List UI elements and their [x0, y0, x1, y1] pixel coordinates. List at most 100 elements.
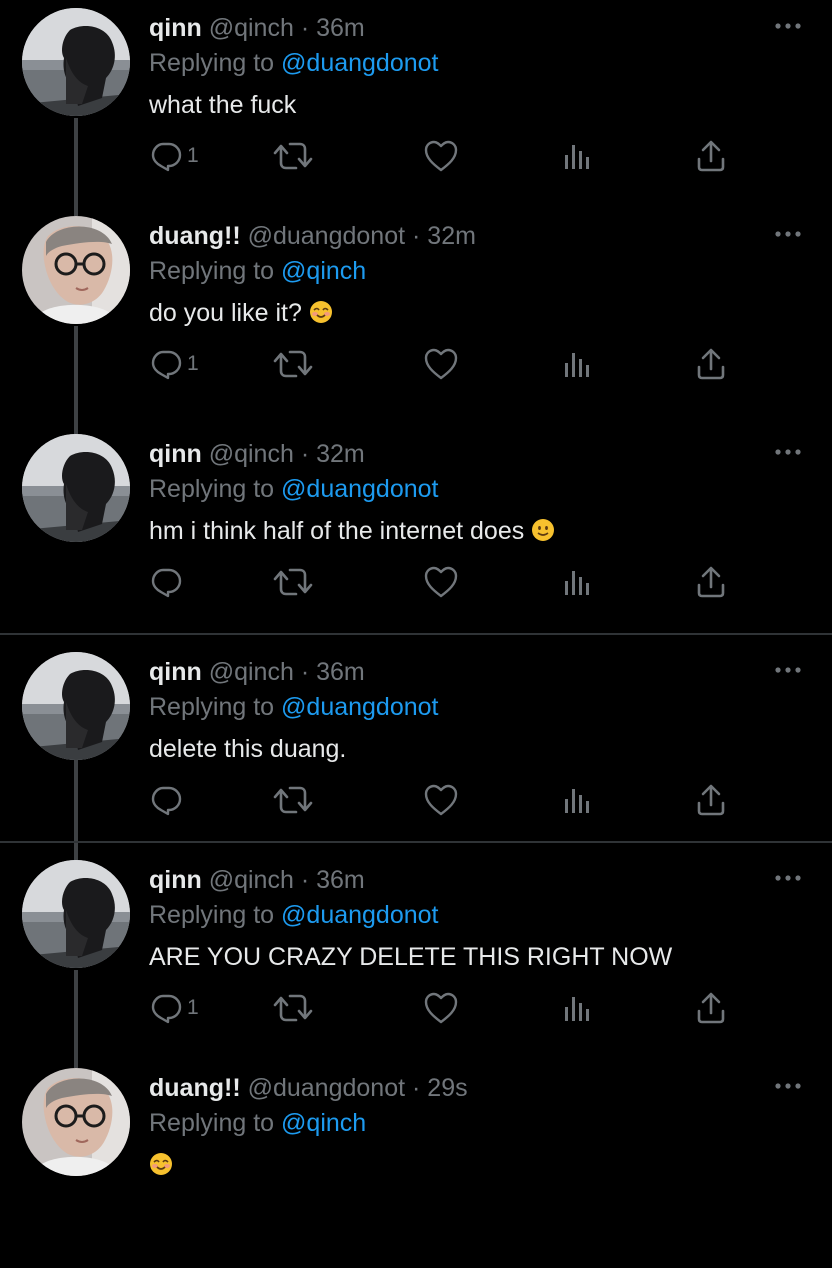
analytics-button[interactable] — [563, 780, 593, 820]
share-button[interactable] — [695, 988, 727, 1028]
tweet-header: qinn @qinch · 36m — [149, 866, 365, 895]
display-name[interactable]: qinn — [149, 14, 202, 42]
mention-link[interactable]: @duangdonot — [281, 475, 438, 503]
user-handle[interactable]: @duangdonot — [248, 1074, 405, 1102]
tweet-text-content: delete this duang. — [149, 735, 347, 763]
more-icon[interactable] — [772, 444, 804, 460]
display-name[interactable]: qinn — [149, 440, 202, 468]
timestamp[interactable]: 32m — [316, 440, 365, 468]
replying-to: Replying to @duangdonot — [149, 901, 439, 930]
like-icon — [423, 783, 459, 817]
user-handle[interactable]: @qinch — [209, 14, 294, 42]
reply-button[interactable]: 1 — [149, 136, 199, 176]
mention-link[interactable]: @qinch — [281, 257, 366, 285]
timestamp[interactable]: 36m — [316, 14, 365, 42]
avatar[interactable] — [22, 1068, 130, 1176]
tweet-text: what the fuck — [149, 91, 296, 120]
user-handle[interactable]: @qinch — [209, 866, 294, 894]
tweet[interactable]: duang!! @duangdonot · 32m Replying to @q… — [0, 216, 832, 416]
mention-link[interactable]: @duangdonot — [281, 49, 438, 77]
separator-dot: · — [300, 440, 310, 468]
avatar[interactable] — [22, 652, 130, 760]
retweet-icon — [273, 991, 313, 1025]
share-button[interactable] — [695, 562, 727, 602]
user-handle[interactable]: @qinch — [209, 658, 294, 686]
display-name[interactable]: qinn — [149, 866, 202, 894]
retweet-button[interactable] — [273, 136, 313, 176]
retweet-button[interactable] — [273, 780, 313, 820]
like-button[interactable] — [423, 780, 459, 820]
tweet-header: qinn @qinch · 32m — [149, 440, 365, 469]
avatar[interactable] — [22, 8, 130, 116]
share-icon — [695, 991, 727, 1025]
like-icon — [423, 139, 459, 173]
share-button[interactable] — [695, 344, 727, 384]
like-button[interactable] — [423, 136, 459, 176]
reply-button[interactable]: 1 — [149, 988, 199, 1028]
avatar[interactable] — [22, 434, 130, 542]
share-icon — [695, 139, 727, 173]
reply-button[interactable]: 1 — [149, 344, 199, 384]
retweet-button[interactable] — [273, 562, 313, 602]
tweet-text: ARE YOU CRAZY DELETE THIS RIGHT NOW — [149, 943, 672, 972]
mention-link[interactable]: @duangdonot — [281, 693, 438, 721]
separator-dot: · — [412, 222, 421, 250]
user-handle[interactable]: @qinch — [209, 440, 294, 468]
timestamp[interactable]: 32m — [427, 222, 476, 250]
separator-dot: · — [300, 14, 310, 42]
tweet[interactable]: qinn @qinch · 32m Replying to @duangdono… — [0, 434, 832, 634]
share-icon — [695, 783, 727, 817]
timestamp[interactable]: 36m — [316, 866, 365, 894]
user-handle[interactable]: @duangdonot — [248, 222, 405, 250]
like-button[interactable] — [423, 344, 459, 384]
slightly-smiling-face-emoji — [532, 519, 555, 541]
more-icon[interactable] — [772, 870, 804, 886]
avatar[interactable] — [22, 216, 130, 324]
analytics-button[interactable] — [563, 344, 593, 384]
tweet[interactable]: duang!! @duangdonot · 29s Replying to @q… — [0, 1068, 832, 1268]
like-button[interactable] — [423, 562, 459, 602]
tweet-header: duang!! @duangdonot · 32m — [149, 222, 476, 251]
analytics-button[interactable] — [563, 988, 593, 1028]
replying-to-label: Replying to — [149, 693, 275, 721]
tweet-text — [149, 1151, 173, 1180]
display-name[interactable]: duang!! — [149, 222, 241, 250]
tweet-actions — [149, 780, 749, 820]
retweet-button[interactable] — [273, 344, 313, 384]
display-name[interactable]: duang!! — [149, 1074, 241, 1102]
share-icon — [695, 565, 727, 599]
reply-button[interactable] — [149, 780, 187, 820]
like-button[interactable] — [423, 988, 459, 1028]
tweet-text: do you like it? — [149, 299, 333, 328]
tweet[interactable]: qinn @qinch · 36m Replying to @duangdono… — [0, 652, 832, 852]
analytics-button[interactable] — [563, 136, 593, 176]
more-icon[interactable] — [772, 662, 804, 678]
reply-icon — [149, 991, 183, 1025]
analytics-button[interactable] — [563, 562, 593, 602]
retweet-button[interactable] — [273, 988, 313, 1028]
replying-to-label: Replying to — [149, 475, 275, 503]
tweet-header: qinn @qinch · 36m — [149, 658, 365, 687]
mention-link[interactable]: @qinch — [281, 1109, 366, 1137]
separator-dot: · — [300, 866, 310, 894]
like-icon — [423, 565, 459, 599]
timestamp[interactable]: 29s — [427, 1074, 467, 1102]
timestamp[interactable]: 36m — [316, 658, 365, 686]
more-icon[interactable] — [772, 18, 804, 34]
tweet[interactable]: qinn @qinch · 36m Replying to @duangdono… — [0, 8, 832, 208]
tweet-actions: 1 — [149, 344, 749, 384]
display-name[interactable]: qinn — [149, 658, 202, 686]
avatar[interactable] — [22, 860, 130, 968]
tweet[interactable]: qinn @qinch · 36m Replying to @duangdono… — [0, 860, 832, 1060]
reply-icon — [149, 783, 183, 817]
like-icon — [423, 991, 459, 1025]
more-icon[interactable] — [772, 1078, 804, 1094]
share-button[interactable] — [695, 136, 727, 176]
analytics-icon — [563, 565, 593, 599]
reply-icon — [149, 139, 183, 173]
mention-link[interactable]: @duangdonot — [281, 901, 438, 929]
more-icon[interactable] — [772, 226, 804, 242]
replying-to-label: Replying to — [149, 257, 275, 285]
share-button[interactable] — [695, 780, 727, 820]
reply-button[interactable] — [149, 562, 187, 602]
